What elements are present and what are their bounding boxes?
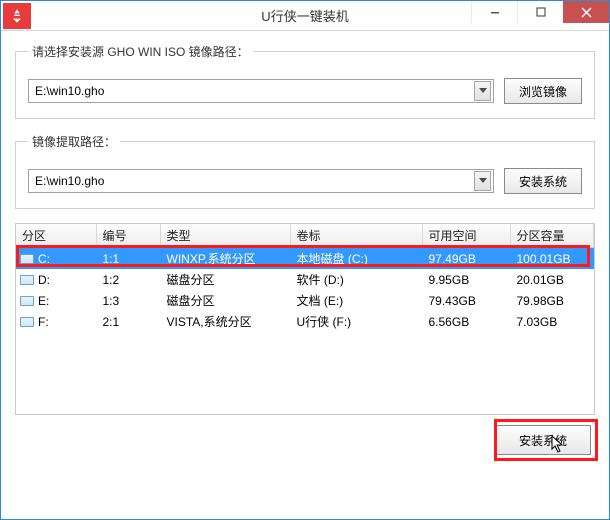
table-cell: D: — [16, 269, 96, 290]
titlebar: U行侠一键装机 — [1, 1, 609, 31]
extract-path-value: E:\win10.gho — [35, 174, 474, 188]
table-cell: 磁盘分区 — [160, 290, 290, 311]
table-cell: 1:1 — [96, 248, 160, 270]
col-label[interactable]: 卷标 — [290, 224, 422, 248]
table-cell: 2:1 — [96, 311, 160, 332]
chevron-down-icon — [474, 171, 491, 191]
col-total[interactable]: 分区容量 — [510, 224, 594, 248]
partition-table[interactable]: 分区 编号 类型 卷标 可用空间 分区容量 C:1:1WINXP,系统分区本地磁… — [16, 224, 594, 332]
table-cell: U行侠 (F:) — [290, 311, 422, 332]
extract-groupbox: 镜像提取路径： E:\win10.gho 安装系统 — [15, 133, 595, 209]
drive-icon — [20, 296, 34, 306]
extract-legend: 镜像提取路径： — [28, 133, 120, 150]
table-cell: 软件 (D:) — [290, 269, 422, 290]
table-cell: WINXP,系统分区 — [160, 248, 290, 270]
table-cell: 9.95GB — [422, 269, 510, 290]
window-title: U行侠一键装机 — [261, 6, 348, 25]
table-cell: 79.98GB — [510, 290, 594, 311]
close-icon — [581, 7, 592, 18]
drive-icon — [20, 275, 34, 285]
table-cell: 文档 (E:) — [290, 290, 422, 311]
app-window: U行侠一键装机 请选择安装源 GHO WIN ISO 镜像路径： E:\win1… — [0, 0, 610, 520]
table-cell: 1:2 — [96, 269, 160, 290]
drive-icon — [20, 317, 34, 327]
table-cell: 79.43GB — [422, 290, 510, 311]
table-row[interactable]: D:1:2磁盘分区软件 (D:)9.95GB20.01GB — [16, 269, 594, 290]
col-free[interactable]: 可用空间 — [422, 224, 510, 248]
col-type[interactable]: 类型 — [160, 224, 290, 248]
content-area: 请选择安装源 GHO WIN ISO 镜像路径： E:\win10.gho 浏览… — [1, 31, 609, 519]
partition-table-container: 分区 编号 类型 卷标 可用空间 分区容量 C:1:1WINXP,系统分区本地磁… — [15, 223, 595, 415]
table-cell: 磁盘分区 — [160, 269, 290, 290]
table-cell: 本地磁盘 (C:) — [290, 248, 422, 270]
source-legend: 请选择安装源 GHO WIN ISO 镜像路径： — [28, 43, 253, 60]
table-cell: 97.49GB — [422, 248, 510, 270]
table-cell: 1:3 — [96, 290, 160, 311]
install-system-button-top[interactable]: 安装系统 — [504, 168, 582, 194]
close-button[interactable] — [563, 1, 609, 23]
table-header-row: 分区 编号 类型 卷标 可用空间 分区容量 — [16, 224, 594, 248]
col-index[interactable]: 编号 — [96, 224, 160, 248]
table-cell: 7.03GB — [510, 311, 594, 332]
app-icon — [3, 3, 31, 29]
table-cell: F: — [16, 311, 96, 332]
minimize-button[interactable] — [471, 1, 517, 23]
table-row[interactable]: C:1:1WINXP,系统分区本地磁盘 (C:)97.49GB100.01GB — [16, 248, 594, 270]
source-path-combo[interactable]: E:\win10.gho — [28, 79, 494, 103]
chevron-down-icon — [474, 81, 491, 101]
window-controls — [471, 1, 609, 30]
table-cell: VISTA,系统分区 — [160, 311, 290, 332]
table-cell: 20.01GB — [510, 269, 594, 290]
maximize-button[interactable] — [517, 1, 563, 23]
source-groupbox: 请选择安装源 GHO WIN ISO 镜像路径： E:\win10.gho 浏览… — [15, 43, 595, 119]
minimize-icon — [490, 7, 500, 17]
maximize-icon — [536, 7, 546, 17]
table-cell: E: — [16, 290, 96, 311]
table-cell: 100.01GB — [510, 248, 594, 270]
col-partition[interactable]: 分区 — [16, 224, 96, 248]
table-cell: 6.56GB — [422, 311, 510, 332]
drive-icon — [20, 254, 34, 264]
footer: 安装系统 — [15, 425, 595, 455]
source-path-value: E:\win10.gho — [35, 84, 474, 98]
table-row[interactable]: E:1:3磁盘分区文档 (E:)79.43GB79.98GB — [16, 290, 594, 311]
table-row[interactable]: F:2:1VISTA,系统分区U行侠 (F:)6.56GB7.03GB — [16, 311, 594, 332]
install-system-button-bottom[interactable]: 安装系统 — [495, 425, 591, 455]
extract-path-combo[interactable]: E:\win10.gho — [28, 169, 494, 193]
browse-image-button[interactable]: 浏览镜像 — [504, 78, 582, 104]
table-cell: C: — [16, 248, 96, 270]
